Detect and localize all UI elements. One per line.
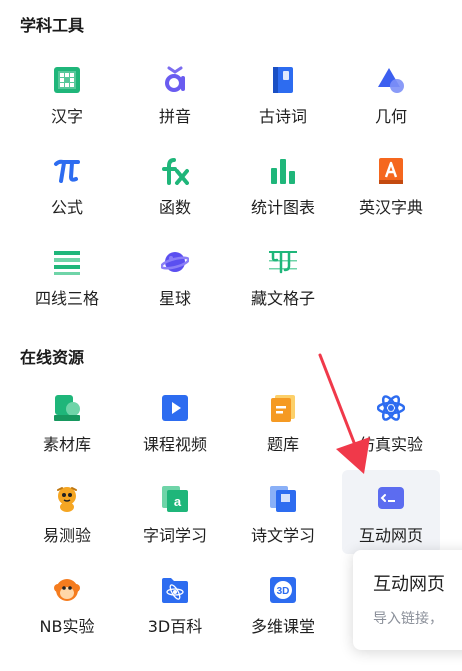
resource-label: 诗文学习 bbox=[250, 526, 315, 545]
resource-question-bank[interactable]: 题库 bbox=[234, 384, 332, 464]
tool-hanzi[interactable]: 汉字 bbox=[18, 56, 116, 136]
tool-label: 英汉字典 bbox=[358, 198, 423, 217]
resource-label: 课程视频 bbox=[142, 435, 207, 454]
svg-text:a: a bbox=[174, 494, 182, 509]
tooltip-description: 导入链接， bbox=[373, 611, 443, 627]
svg-text:3D: 3D bbox=[277, 586, 290, 597]
geometry-icon bbox=[377, 66, 405, 94]
tools-panel: 学科工具 汉字 拼音 古诗词 几何 公式 函数 统计图表 英汉字典 四线三格 星… bbox=[0, 0, 462, 671]
tooltip-popup: 互动网页 导入链接， bbox=[353, 550, 462, 650]
fx-icon bbox=[161, 157, 189, 185]
book-icon bbox=[269, 66, 297, 94]
resource-multi-classroom[interactable]: 3D 多维课堂 bbox=[234, 566, 332, 646]
tool-label: 古诗词 bbox=[258, 107, 307, 126]
resource-nb-lab[interactable]: NB实验 bbox=[18, 566, 116, 646]
planet-icon bbox=[161, 248, 189, 276]
resource-label: 易测验 bbox=[42, 526, 91, 545]
resource-quiz[interactable]: 易测验 bbox=[18, 475, 116, 555]
3d-icon bbox=[161, 576, 189, 604]
monkey-icon bbox=[53, 576, 81, 604]
question-bank-icon bbox=[269, 394, 297, 422]
tool-label: 藏文格子 bbox=[250, 289, 315, 308]
resource-material[interactable]: 素材库 bbox=[18, 384, 116, 464]
tool-dictionary[interactable]: 英汉字典 bbox=[342, 147, 440, 227]
tool-four-lines[interactable]: 四线三格 bbox=[18, 238, 116, 318]
bar-chart-icon bbox=[269, 157, 297, 185]
video-icon bbox=[161, 394, 189, 422]
tool-label: 几何 bbox=[374, 107, 407, 126]
atom-icon bbox=[377, 394, 405, 422]
section-title-online-resources: 在线资源 bbox=[20, 348, 85, 367]
mascot-icon bbox=[53, 485, 81, 513]
material-icon bbox=[53, 394, 81, 422]
section-title-subject-tools: 学科工具 bbox=[20, 16, 85, 35]
resource-label: 仿真实验 bbox=[358, 435, 423, 454]
tool-planet[interactable]: 星球 bbox=[126, 238, 224, 318]
tool-label: 函数 bbox=[158, 198, 191, 217]
lines-icon bbox=[53, 248, 81, 276]
tooltip-title: 互动网页 bbox=[373, 574, 445, 595]
tool-tibetan[interactable]: 藏文格子 bbox=[234, 238, 332, 318]
tool-poetry[interactable]: 古诗词 bbox=[234, 56, 332, 136]
webpage-icon bbox=[377, 484, 405, 512]
resource-label: 字词学习 bbox=[142, 526, 207, 545]
resource-label: NB实验 bbox=[39, 617, 95, 636]
tool-function[interactable]: 函数 bbox=[126, 147, 224, 227]
resource-simulation[interactable]: 仿真实验 bbox=[342, 384, 440, 464]
tool-label: 四线三格 bbox=[34, 289, 99, 308]
resource-video[interactable]: 课程视频 bbox=[126, 384, 224, 464]
word-icon: a bbox=[161, 485, 189, 513]
resource-label: 素材库 bbox=[42, 435, 91, 454]
resource-3d-encyclopedia[interactable]: 3D百科 bbox=[126, 566, 224, 646]
tibetan-icon bbox=[269, 248, 297, 276]
pinyin-icon bbox=[161, 66, 189, 94]
tool-label: 汉字 bbox=[50, 107, 83, 126]
tool-label: 统计图表 bbox=[250, 198, 315, 217]
poem-icon bbox=[269, 485, 297, 513]
tool-formula[interactable]: 公式 bbox=[18, 147, 116, 227]
resource-poem-study[interactable]: 诗文学习 bbox=[234, 475, 332, 555]
classroom-icon: 3D bbox=[269, 576, 297, 604]
resource-label: 题库 bbox=[266, 435, 299, 454]
resource-word-study[interactable]: a 字词学习 bbox=[126, 475, 224, 555]
resource-label: 3D百科 bbox=[147, 617, 203, 636]
resource-interactive-webpage[interactable]: 互动网页 bbox=[342, 470, 440, 554]
dictionary-icon bbox=[377, 157, 405, 185]
tool-pinyin[interactable]: 拼音 bbox=[126, 56, 224, 136]
hanzi-icon bbox=[53, 66, 81, 94]
resource-label: 互动网页 bbox=[358, 526, 423, 545]
tool-label: 公式 bbox=[50, 198, 83, 217]
resource-label: 多维课堂 bbox=[250, 617, 315, 636]
pi-icon bbox=[53, 157, 81, 185]
tool-geometry[interactable]: 几何 bbox=[342, 56, 440, 136]
tool-label: 拼音 bbox=[158, 107, 191, 126]
tool-label: 星球 bbox=[158, 289, 191, 308]
tool-chart[interactable]: 统计图表 bbox=[234, 147, 332, 227]
